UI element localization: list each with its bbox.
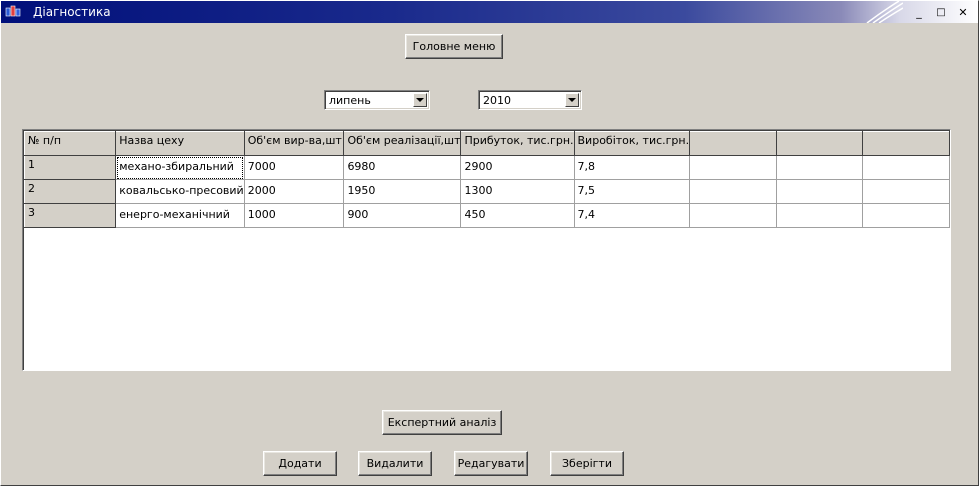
main-window: Діагностика _ □ ✕ Головне меню липень 20… [0,0,979,486]
close-button[interactable]: ✕ [955,5,971,19]
table-cell[interactable] [776,179,864,204]
edit-button[interactable]: Редагувати [454,451,528,476]
row-number-cell[interactable]: 2 [23,179,117,204]
table-cell[interactable]: 7000 [244,155,345,180]
table-cell[interactable]: 6980 [343,155,462,180]
column-header[interactable]: Прибуток, тис.грн. [460,131,575,156]
table-header-row: № п/п Назва цеху Об'єм вир-ва,шт Об'єм р… [23,131,950,156]
table-row[interactable]: 2 ковальсько-пресовий 2000 1950 1300 7,5 [23,179,950,204]
row-number-cell[interactable]: 3 [23,203,117,228]
table-cell[interactable]: 450 [460,203,575,228]
table-row[interactable]: 3 енерго-механічний 1000 900 450 7,4 [23,203,950,228]
column-header[interactable] [862,131,950,156]
table-cell[interactable]: 1950 [343,179,462,204]
table-cell[interactable]: 7,8 [574,155,691,180]
month-select-value: липень [329,94,371,107]
title-swoosh-icon [866,1,903,23]
table-cell[interactable]: механо-збиральний [115,155,245,180]
year-select-value: 2010 [483,94,511,107]
table-cell[interactable]: 1000 [244,203,345,228]
column-header[interactable] [689,131,777,156]
column-header[interactable]: Виробіток, тис.грн. [573,131,691,156]
table-cell[interactable]: 900 [343,203,462,228]
table-cell[interactable]: ковальсько-пресовий [115,179,245,204]
row-number-cell[interactable]: 1 [23,155,117,180]
data-grid[interactable]: № п/п Назва цеху Об'єм вир-ва,шт Об'єм р… [22,129,951,371]
minimize-button[interactable]: _ [911,5,927,19]
table-cell[interactable]: 2000 [244,179,345,204]
workshop-table: № п/п Назва цеху Об'єм вир-ва,шт Об'єм р… [23,131,950,228]
table-cell[interactable] [689,203,777,228]
delete-button[interactable]: Видалити [358,451,432,476]
table-cell[interactable]: 1300 [460,179,575,204]
column-header[interactable] [775,131,864,156]
table-cell[interactable] [862,179,950,204]
window-title: Діагностика [33,5,111,19]
main-menu-button[interactable]: Головне меню [405,34,503,59]
table-cell[interactable]: 2900 [460,155,575,180]
table-cell[interactable] [862,155,950,180]
column-header[interactable]: № п/п [23,131,117,156]
column-header[interactable]: Об'єм реалізації,шт [343,131,462,156]
month-select[interactable]: липень [324,90,430,110]
app-icon[interactable] [5,5,21,19]
table-cell[interactable] [776,155,864,180]
column-header[interactable]: Назва цеху [115,131,245,156]
save-button[interactable]: Зберігти [550,451,624,476]
title-bar[interactable]: Діагностика _ □ ✕ [1,1,978,23]
chevron-down-icon[interactable] [413,93,427,107]
maximize-button[interactable]: □ [933,5,949,19]
expert-analysis-button[interactable]: Експертний аналіз [382,410,502,435]
table-cell[interactable] [689,179,777,204]
column-header[interactable]: Об'єм вир-ва,шт [243,131,345,156]
table-row[interactable]: 1 механо-збиральний 7000 6980 2900 7,8 [23,155,950,180]
table-cell[interactable]: енерго-механічний [115,203,245,228]
table-cell[interactable] [776,203,864,228]
table-cell[interactable] [689,155,777,180]
chevron-down-icon[interactable] [565,93,579,107]
table-cell[interactable]: 7,5 [574,179,691,204]
table-cell[interactable] [862,203,950,228]
year-select[interactable]: 2010 [478,90,582,110]
add-button[interactable]: Додати [263,451,337,476]
table-cell[interactable]: 7,4 [574,203,691,228]
